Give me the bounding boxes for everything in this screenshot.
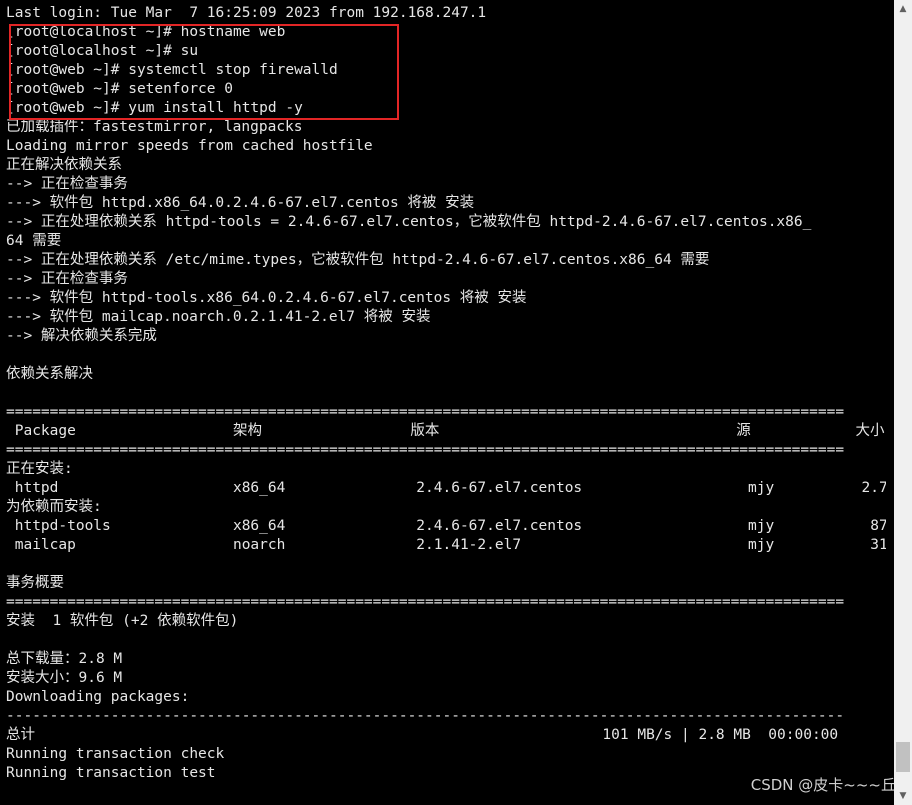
- terminal-line: 依赖关系解决: [6, 366, 93, 382]
- terminal-line: ========================================…: [6, 442, 845, 458]
- terminal-line: 已加载插件：fastestmirror, langpacks: [6, 119, 303, 135]
- terminal-line: 总下载量：2.8 M: [6, 651, 123, 667]
- terminal-line: ---> 软件包 httpd-tools.x86_64.0.2.4.6-67.e…: [6, 290, 527, 306]
- terminal-line: ========================================…: [6, 594, 845, 610]
- terminal-line: --> 正在检查事务: [6, 271, 128, 287]
- terminal-line: 正在安装:: [6, 461, 73, 477]
- terminal-line: 总计 101 MB/s | 2.8 MB 00:00:00: [6, 727, 839, 743]
- terminal-line: [root@web ~]# setenforce 0: [6, 81, 233, 97]
- terminal-line: ----------------------------------------…: [6, 708, 845, 724]
- vertical-scrollbar[interactable]: ▲ ▼: [894, 0, 912, 805]
- watermark: CSDN @皮卡~~~丘: [750, 776, 896, 794]
- terminal-window[interactable]: Last login: Tue Mar 7 16:25:09 2023 from…: [0, 0, 912, 805]
- terminal-line: ---> 软件包 httpd.x86_64.0.2.4.6-67.el7.cen…: [6, 195, 475, 211]
- scroll-thumb[interactable]: [896, 742, 910, 772]
- terminal-line: [root@localhost ~]# hostname web: [6, 24, 286, 40]
- terminal-line: Running transaction check: [6, 746, 225, 762]
- terminal-line: [root@web ~]# systemctl stop firewalld: [6, 62, 338, 78]
- terminal-line: ========================================…: [6, 404, 845, 420]
- terminal-output: Last login: Tue Mar 7 16:25:09 2023 from…: [6, 4, 886, 783]
- terminal-line: --> 正在处理依赖关系 httpd-tools = 2.4.6-67.el7.…: [6, 214, 812, 230]
- scroll-down-arrow-icon[interactable]: ▼: [894, 787, 912, 805]
- terminal-line: 事务概要: [6, 575, 64, 591]
- terminal-line: mailcap noarch 2.1.41-2.el7 mjy 31 k: [6, 537, 886, 553]
- terminal-line: [root@web ~]# yum install httpd -y: [6, 100, 303, 116]
- terminal-line: 正在解决依赖关系: [6, 157, 122, 173]
- terminal-line: 64 需要: [6, 233, 62, 249]
- terminal-line: Last login: Tue Mar 7 16:25:09 2023 from…: [6, 5, 487, 21]
- terminal-line: --> 解决依赖关系完成: [6, 328, 157, 344]
- scroll-up-arrow-icon[interactable]: ▲: [894, 0, 912, 18]
- terminal-line: Loading mirror speeds from cached hostfi…: [6, 138, 373, 154]
- terminal-line: 安装大小：9.6 M: [6, 670, 123, 686]
- terminal-line: httpd x86_64 2.4.6-67.el7.centos mjy 2.7…: [6, 480, 886, 496]
- terminal-line: httpd-tools x86_64 2.4.6-67.el7.centos m…: [6, 518, 886, 534]
- terminal-line: Package 架构 版本 源 大小: [6, 423, 885, 439]
- terminal-line: --> 正在检查事务: [6, 176, 128, 192]
- terminal-line: 为依赖而安装:: [6, 499, 102, 515]
- terminal-line: ---> 软件包 mailcap.noarch.0.2.1.41-2.el7 将…: [6, 309, 431, 325]
- terminal-line: --> 正在处理依赖关系 /etc/mime.types，它被软件包 httpd…: [6, 252, 710, 268]
- terminal-line: Downloading packages:: [6, 689, 190, 705]
- terminal-line: [root@localhost ~]# su: [6, 43, 199, 59]
- terminal-line: 安装 1 软件包 (+2 依赖软件包): [6, 613, 239, 629]
